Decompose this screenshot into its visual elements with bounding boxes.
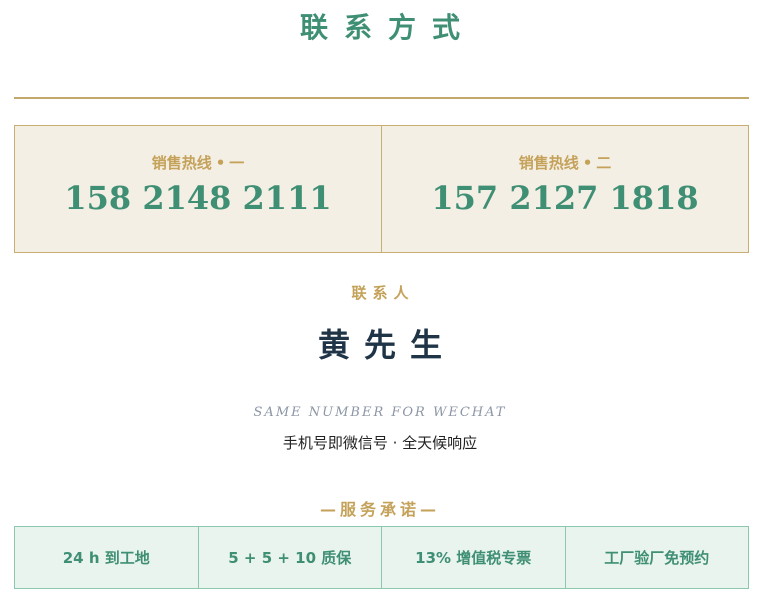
hotline-1-number[interactable]: 158 2148 2111 bbox=[64, 179, 331, 217]
hotline-2-label: 销售热线 • 二 bbox=[519, 152, 612, 173]
page-title: 联系方式 bbox=[299, 11, 476, 44]
promise-item-warranty: 5 + 5 + 10 质保 bbox=[197, 527, 382, 588]
contact-label: 联系人 bbox=[351, 284, 415, 302]
hotline-2: 销售热线 • 二 157 2127 1818 bbox=[381, 126, 748, 252]
wechat-note-english: SAME NUMBER FOR WECHAT bbox=[253, 405, 507, 420]
hotline-1-label: 销售热线 • 一 bbox=[152, 152, 245, 173]
hotline-1-dot: • bbox=[215, 154, 226, 172]
hotline-1: 销售热线 • 一 158 2148 2111 bbox=[15, 126, 381, 252]
service-promise-title: —服务承诺— bbox=[319, 500, 440, 519]
contact-name: 黄先生 bbox=[317, 326, 456, 364]
promise-item-invoice: 13% 增值税专票 bbox=[381, 527, 565, 588]
hotline-1-index: 一 bbox=[229, 154, 245, 172]
service-promise-panel: 24 h 到工地 5 + 5 + 10 质保 13% 增值税专票 工厂验厂免预约 bbox=[14, 526, 749, 589]
hotline-1-label-text: 销售热线 bbox=[151, 154, 212, 172]
hotline-2-index: 二 bbox=[596, 154, 612, 172]
hotline-2-number[interactable]: 157 2127 1818 bbox=[431, 179, 698, 217]
hotline-2-label-text: 销售热线 bbox=[518, 154, 579, 172]
promise-item-factory-visit: 工厂验厂免预约 bbox=[564, 527, 749, 588]
wechat-note-chinese: 手机号即微信号 · 全天候响应 bbox=[282, 434, 478, 452]
hotline-panel: 销售热线 • 一 158 2148 2111 销售热线 • 二 157 2127 181… bbox=[14, 125, 749, 253]
promise-item-delivery: 24 h 到工地 bbox=[62, 549, 150, 567]
hotline-2-dot: • bbox=[582, 154, 593, 172]
divider-line bbox=[14, 97, 749, 99]
